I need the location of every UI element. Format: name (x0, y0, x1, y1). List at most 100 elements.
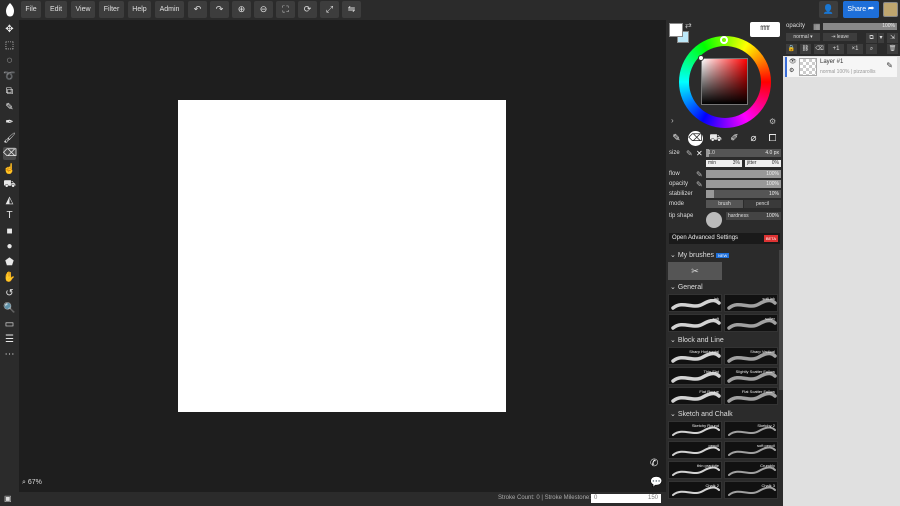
brush-preset[interactable]: soft ink (724, 294, 778, 312)
pressure-size-icon[interactable]: ✎ (686, 149, 693, 158)
dropdown-icon[interactable]: ▾ (878, 33, 884, 43)
zoom-level[interactable]: ⌕ 67% (22, 479, 42, 487)
brush-preset[interactable]: Sharp Vertical (724, 347, 778, 365)
polygon-shape-icon[interactable]: ⬟ (3, 256, 16, 269)
brush-type-pen-icon[interactable]: ✎ (669, 131, 684, 146)
rectangle-shape-icon[interactable]: ■ (3, 225, 16, 238)
brush-type-blend-icon[interactable]: ✐ (727, 131, 742, 146)
ellipse-shape-icon[interactable]: ● (3, 240, 16, 253)
rect-select-icon[interactable]: ⬚ (3, 39, 16, 52)
comment-icon[interactable]: ▭ (3, 318, 16, 331)
brush-preset[interactable]: Flat Rogue (668, 387, 722, 405)
smudge-icon[interactable]: ☝ (3, 163, 16, 176)
brush-preset[interactable]: soft (668, 314, 722, 332)
redo-icon[interactable]: ↷ (210, 1, 229, 18)
duplicate-layer-icon[interactable]: ⧉ (866, 33, 877, 43)
rotate-icon[interactable]: ↺ (3, 287, 16, 300)
transparency-icon[interactable]: ▦ (813, 22, 821, 31)
merge-layer-icon[interactable]: ⇲ (887, 33, 898, 43)
zoom-out-icon[interactable]: ⊖ (254, 1, 273, 18)
lock-layer-icon[interactable]: 🔒 (786, 44, 797, 54)
leave-button[interactable]: ⇥ leave (823, 33, 857, 41)
pen-icon[interactable]: ✒ (3, 116, 16, 129)
more-tools-icon[interactable]: ⋯ (3, 348, 16, 361)
saturation-value-picker[interactable] (701, 58, 748, 105)
my-brushes-header[interactable]: ⌄ My brushes NEW (670, 251, 730, 259)
brush-preset[interactable]: Sharp Horizontal (668, 347, 722, 365)
pressure-opacity-icon[interactable]: ✎ (696, 180, 703, 189)
scale-layer-button[interactable]: ×1 (847, 44, 863, 54)
brush-preset[interactable]: ink (668, 294, 722, 312)
fit-view-icon[interactable]: ⛶ (276, 1, 295, 18)
flow-slider[interactable]: 100% (706, 170, 781, 178)
opacity-slider[interactable]: 100% (706, 180, 781, 188)
move-tool-icon[interactable]: ✥ (3, 23, 16, 36)
layer-settings-icon[interactable]: ⚙ (789, 67, 794, 74)
eye-icon[interactable]: 👁 (789, 58, 797, 65)
menu-help[interactable]: Help (128, 1, 151, 18)
advanced-settings-button[interactable]: Open Advanced Settings BETA (669, 233, 780, 244)
section-header-block-line[interactable]: ⌄ Block and Line (670, 336, 724, 344)
fullscreen-icon[interactable]: ⤢ (320, 1, 339, 18)
ellipse-select-icon[interactable]: ◌ (3, 54, 16, 67)
menu-view[interactable]: View (71, 1, 95, 18)
chevron-right-icon[interactable]: › (671, 116, 674, 125)
brush-type-fill-icon[interactable]: ⛟ (708, 131, 723, 146)
eraser-icon[interactable]: ⌫ (3, 147, 17, 160)
rotate-view-icon[interactable]: ⟳ (298, 1, 317, 18)
brush-preset[interactable]: pencil (668, 441, 722, 459)
layer-opacity-slider[interactable]: 100% (823, 23, 897, 30)
share-button[interactable]: Share ⮫ (843, 1, 879, 18)
invite-user-button[interactable]: 👤 (819, 1, 838, 18)
brush-preset[interactable]: thin graphite (668, 461, 722, 479)
undo-icon[interactable]: ↶ (188, 1, 207, 18)
mode-pencil-button[interactable]: pencil (744, 200, 781, 208)
sv-marker[interactable] (698, 55, 704, 61)
app-logo-icon[interactable] (3, 2, 17, 18)
brush-preset[interactable]: Chalk 3 (724, 481, 778, 499)
jitter-field[interactable]: jitter 0% (745, 160, 781, 167)
brush-preset[interactable]: Chalk 2 (668, 481, 722, 499)
layer-item[interactable]: 👁 ⚙ Layer #1 normal 100% | pizzarollis ✎ (785, 57, 897, 77)
add-layer-button[interactable]: +1 (828, 44, 844, 54)
brush-preset[interactable]: Sketchy 2 (724, 421, 778, 439)
layers-toggle-icon[interactable]: ☰ (3, 333, 16, 346)
section-header-general[interactable]: ⌄ General (670, 283, 703, 291)
brush-preset[interactable]: soft pencil (724, 441, 778, 459)
lasso-select-icon[interactable]: ➰ (3, 70, 16, 83)
settings-gear-icon[interactable]: ⚙ (769, 117, 776, 126)
mode-brush-button[interactable]: brush (706, 200, 743, 208)
milestone-field[interactable]: 0 150 (591, 494, 661, 503)
brush-preset[interactable]: Flat Scatter Follow (724, 387, 778, 405)
brush-type-eraser-icon[interactable]: ⌫ (688, 131, 703, 146)
text-tool-icon[interactable]: T (3, 209, 16, 222)
hex-color-input[interactable]: ffffff (750, 22, 780, 37)
brush-icon[interactable]: 🖌 (3, 132, 16, 145)
clear-layer-icon[interactable]: ⌫ (814, 44, 825, 54)
gradient-icon[interactable]: ◭ (3, 194, 16, 207)
avatar[interactable] (883, 2, 898, 17)
zoom-tool-icon[interactable]: 🔍 (3, 302, 16, 315)
trash-icon[interactable]: 🗑 (887, 44, 898, 54)
menu-file[interactable]: File (21, 1, 41, 18)
drawing-canvas[interactable] (178, 100, 506, 412)
edit-layer-icon[interactable]: ✎ (886, 61, 893, 70)
pressure-flow-icon[interactable]: ✎ (696, 170, 703, 179)
menu-admin[interactable]: Admin (155, 1, 184, 18)
swap-colors-icon[interactable]: ⇄ (685, 21, 692, 30)
brush-preset[interactable]: Slightly Scatter Follow (724, 367, 778, 385)
min-field[interactable]: min 3% (706, 160, 742, 167)
hardness-slider[interactable]: hardness 100% (726, 212, 781, 220)
brush-type-smudge-icon[interactable]: ⌀ (746, 131, 761, 146)
flip-view-icon[interactable]: ⇋ (342, 1, 361, 18)
add-brush-button[interactable]: ✂ (668, 262, 722, 280)
size-slider[interactable]: 1.0 4.0 px (706, 149, 781, 157)
brush-preset[interactable]: Thin Flat (668, 367, 722, 385)
hand-icon[interactable]: ✋ (3, 271, 16, 284)
section-header-sketch-chalk[interactable]: ⌄ Sketch and Chalk (670, 410, 733, 418)
link-layer-icon[interactable]: ⛓ (800, 44, 811, 54)
timelapse-icon[interactable]: ▣ (4, 494, 12, 503)
blend-mode-select[interactable]: normal ▾ (786, 33, 820, 41)
menu-filter[interactable]: Filter (99, 1, 124, 18)
chat-icon[interactable]: 💬 (650, 477, 662, 488)
